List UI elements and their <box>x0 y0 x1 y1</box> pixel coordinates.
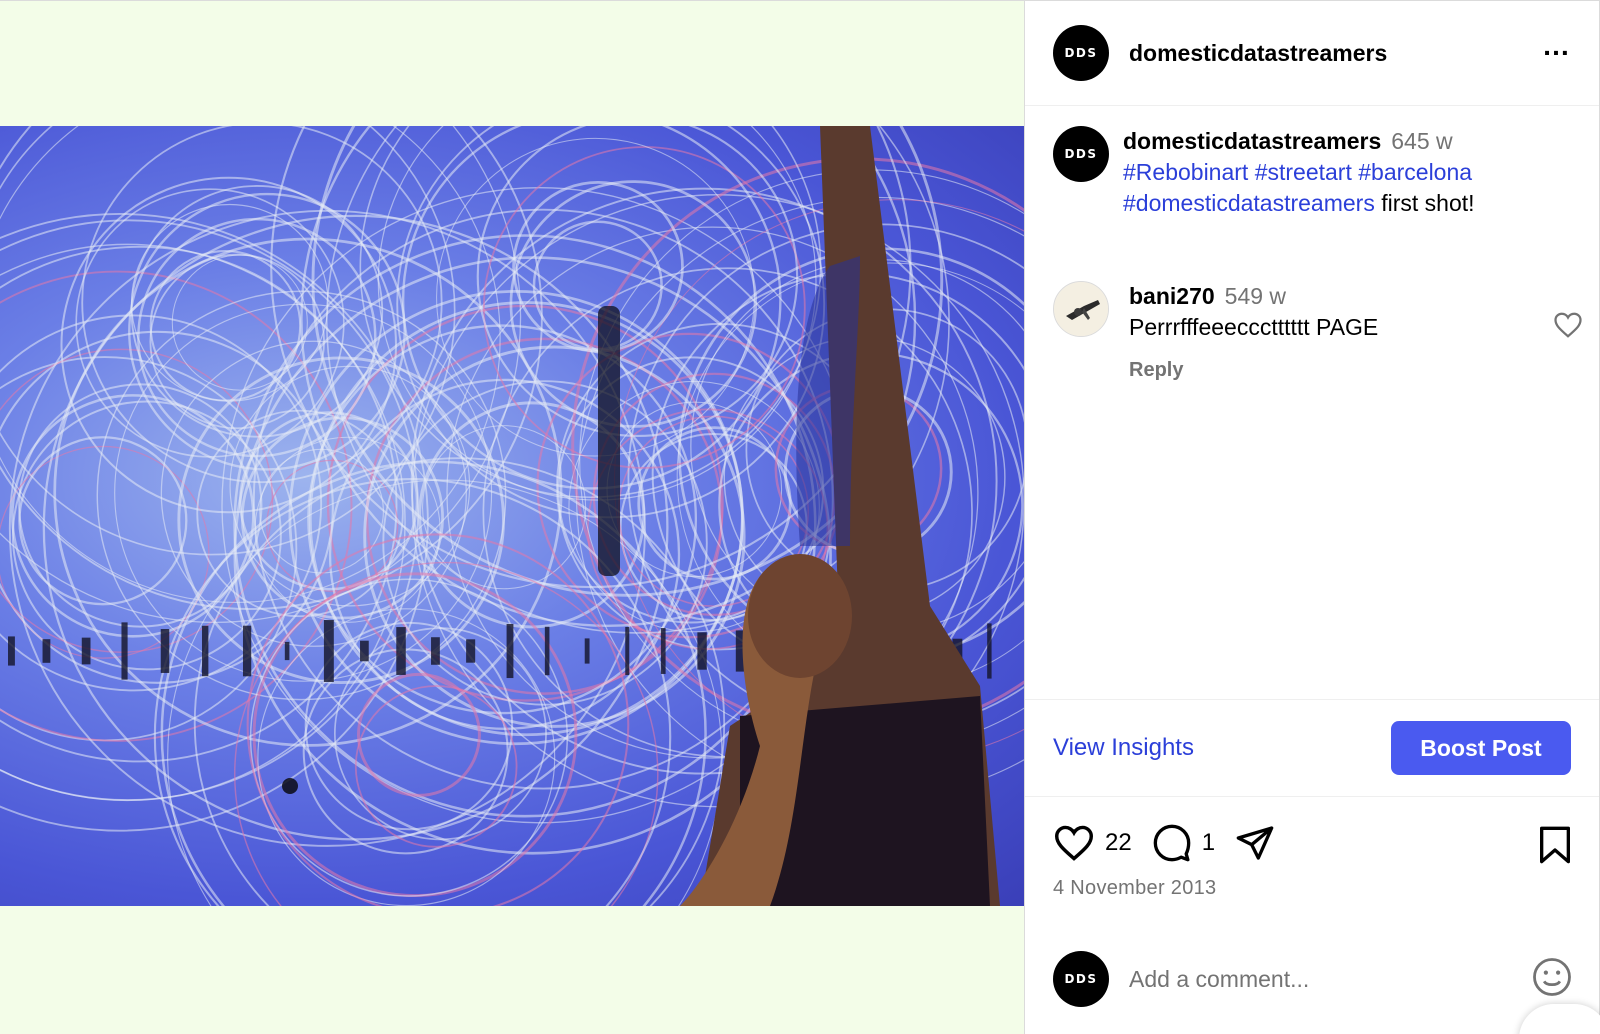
avatar-text: DDS <box>1064 147 1098 161</box>
commenter-username[interactable]: bani270 <box>1129 283 1215 309</box>
messages-bubble[interactable] <box>1519 1004 1600 1034</box>
commenter-avatar[interactable] <box>1053 281 1109 337</box>
comment-time: 549 w <box>1224 283 1287 309</box>
post-actions: 22 1 <box>1053 821 1573 865</box>
author-avatar[interactable]: DDS <box>1053 25 1109 81</box>
comment-count[interactable]: 1 <box>1202 829 1215 857</box>
share-action[interactable] <box>1235 823 1275 863</box>
post-caption: DDS domesticdatastreamers 645 w #Rebobina… <box>1053 126 1573 219</box>
comment-input[interactable] <box>1129 965 1531 993</box>
heart-icon[interactable] <box>1053 824 1095 862</box>
hashtag-link[interactable]: #barcelona <box>1358 159 1472 185</box>
like-action[interactable]: 22 <box>1053 824 1132 862</box>
bookmark-icon[interactable] <box>1537 825 1573 870</box>
like-count[interactable]: 22 <box>1105 829 1132 857</box>
insights-bar: View Insights Boost Post <box>1025 699 1599 797</box>
send-icon[interactable] <box>1235 823 1275 863</box>
caption-avatar[interactable]: DDS <box>1053 126 1109 182</box>
view-insights-link[interactable]: View Insights <box>1053 734 1194 762</box>
post-photo[interactable] <box>0 126 1024 906</box>
hashtag-link[interactable]: #Rebobinart <box>1123 159 1248 185</box>
hashtag-link[interactable]: #streetart <box>1255 159 1352 185</box>
comment-text: Perrrfffeeeccctttttt PAGE <box>1129 314 1379 340</box>
reply-button[interactable]: Reply <box>1129 355 1583 386</box>
caption-text: first shot! <box>1381 190 1475 216</box>
comment-action[interactable]: 1 <box>1152 823 1215 863</box>
post-details-panel: DDS domesticdatastreamers … DDS domestic… <box>1024 0 1600 1034</box>
heart-icon[interactable] <box>1553 311 1583 344</box>
hashtag-link[interactable]: #domesticdatastreamers <box>1123 190 1375 216</box>
emoji-icon[interactable] <box>1531 956 1573 1003</box>
avatar-text: DDS <box>1064 46 1098 60</box>
comment-item: bani270 549 w Perrrfffeeeccctttttt PAGE R… <box>1053 281 1583 386</box>
post-date[interactable]: 4 November 2013 <box>1053 877 1216 900</box>
viewer-avatar: DDS <box>1053 951 1109 1007</box>
comment-body: bani270 549 w Perrrfffeeeccctttttt PAGE R… <box>1129 281 1583 386</box>
avatar-text: DDS <box>1064 972 1098 986</box>
comment-icon[interactable] <box>1152 823 1192 863</box>
author-username[interactable]: domesticdatastreamers <box>1129 40 1542 67</box>
caption-body: domesticdatastreamers 645 w #Rebobinart #… <box>1123 126 1475 219</box>
caption-username[interactable]: domesticdatastreamers <box>1123 128 1381 154</box>
post-header: DDS domesticdatastreamers … <box>1025 1 1599 106</box>
add-comment-bar: DDS <box>1053 951 1573 1007</box>
media-pane <box>0 0 1024 1034</box>
caption-time[interactable]: 645 w <box>1391 128 1452 154</box>
boost-post-button[interactable]: Boost Post <box>1391 721 1571 775</box>
photo-artwork <box>0 126 1024 906</box>
commenter-avatar-image <box>1054 282 1108 336</box>
more-horizontal-icon[interactable]: … <box>1542 30 1571 62</box>
